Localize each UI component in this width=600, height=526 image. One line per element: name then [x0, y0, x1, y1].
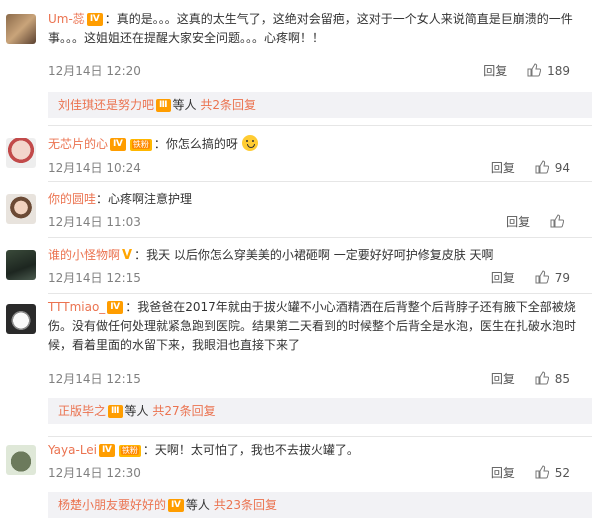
- comment: 谁的小怪物啊 V ：我天 以后你怎么穿美美的小裙砸啊 一定要好好呵护修复皮肤 天啊 …: [0, 238, 600, 292]
- comment-text: ：我天 以后你怎么穿美美的小裙砸啊 一定要好好呵护修复皮肤 天啊: [134, 248, 494, 262]
- sub-reply-etc: 等人: [185, 498, 210, 512]
- crying-emoji-icon: [241, 135, 258, 151]
- vip-badge-icon: Ⅲ: [108, 405, 123, 418]
- vip-badge-icon: Ⅳ: [86, 13, 103, 26]
- sub-replies-bar[interactable]: 刘佳琪还是努力吧 Ⅲ 等人 共2条回复: [48, 92, 592, 118]
- reply-button[interactable]: 回复: [483, 62, 507, 80]
- thumbs-up-icon: [535, 270, 549, 284]
- sub-reply-user[interactable]: 杨楚小朋友要好好的: [58, 498, 166, 512]
- comment: Um-蕊 Ⅳ ：真的是。。。这真的太生气了，这绝对会留疤，这对于一个女人来说简直是巨…: [0, 0, 600, 122]
- comment: TTTmiao_ Ⅳ ：我爸爸在2017年就由于拔火罐不小心酒精洒在后背整个后背脖子…: [0, 294, 600, 432]
- vip-badge-icon: Ⅳ: [107, 301, 124, 314]
- like-button[interactable]: [550, 213, 570, 231]
- reply-button[interactable]: 回复: [491, 370, 515, 388]
- more-replies-link[interactable]: 共27条回复: [152, 404, 215, 418]
- like-button[interactable]: 85: [535, 370, 570, 388]
- reply-button[interactable]: 回复: [491, 269, 515, 287]
- vip-badge-icon: Ⅳ: [168, 499, 184, 512]
- timestamp: 12月14日 10:24: [48, 161, 141, 175]
- username[interactable]: 无芯片的心: [48, 137, 108, 151]
- reply-button[interactable]: 回复: [506, 213, 530, 231]
- like-button[interactable]: 94: [535, 159, 570, 177]
- fan-badge-icon: 铁粉: [118, 444, 141, 457]
- verified-v-icon: V: [122, 248, 133, 263]
- like-button[interactable]: 189: [527, 62, 570, 80]
- avatar[interactable]: [6, 250, 36, 280]
- more-replies-link[interactable]: 共23条回复: [214, 498, 277, 512]
- thumbs-up-icon: [535, 160, 549, 174]
- timestamp: 12月14日 12:20: [48, 64, 141, 78]
- timestamp: 12月14日 12:30: [48, 466, 141, 480]
- avatar[interactable]: [6, 304, 36, 334]
- comment-text: ：天啊！太可怕了，我也不去拔火罐了。: [142, 443, 359, 457]
- sub-replies-bar[interactable]: 杨楚小朋友要好好的 Ⅳ 等人 共23条回复: [48, 492, 592, 518]
- sub-reply-user[interactable]: 正版毕之: [58, 404, 106, 418]
- fan-badge-label: 铁粉: [120, 445, 139, 455]
- username[interactable]: Um-蕊: [48, 12, 85, 26]
- avatar[interactable]: [6, 14, 36, 44]
- thumbs-up-icon: [527, 63, 542, 77]
- fan-badge-icon: 铁粉: [129, 138, 152, 151]
- thumbs-up-icon: [535, 371, 549, 385]
- comment-text: ：我爸爸在2017年就由于拔火罐不小心酒精洒在后背整个后背脖子还有腋下全部被烧伤…: [48, 300, 577, 352]
- avatar[interactable]: [6, 445, 36, 475]
- timestamp: 12月14日 11:03: [48, 215, 141, 229]
- reply-button[interactable]: 回复: [491, 159, 515, 177]
- comment-text: ：你怎么搞的呀: [153, 137, 238, 151]
- comment: 你的圆哇：心疼啊注意护理 12月14日 11:03 回复: [0, 182, 600, 236]
- reply-button[interactable]: 回复: [491, 464, 515, 482]
- vip-badge-icon: Ⅳ: [110, 138, 126, 151]
- like-count: 85: [554, 372, 570, 386]
- vip-badge-icon: Ⅲ: [156, 99, 171, 112]
- sub-reply-etc: 等人: [172, 98, 197, 112]
- thumbs-up-icon: [535, 465, 549, 479]
- comment-text: ：真的是。。。这真的太生气了，这绝对会留疤，这对于一个女人来说简直是巨崩溃的一件…: [48, 12, 573, 45]
- comment: 无芯片的心 Ⅳ 铁粉 ：你怎么搞的呀 12月14日 10:24 回复 94: [0, 126, 600, 180]
- sub-replies-bar[interactable]: 正版毕之 Ⅲ 等人 共27条回复: [48, 398, 592, 424]
- timestamp: 12月14日 12:15: [48, 271, 141, 285]
- like-count: 189: [547, 64, 570, 78]
- like-button[interactable]: 52: [535, 464, 570, 482]
- username[interactable]: 谁的小怪物啊: [48, 248, 120, 262]
- more-replies-link[interactable]: 共2条回复: [200, 98, 256, 112]
- thumbs-up-icon: [550, 214, 564, 228]
- sub-reply-user[interactable]: 刘佳琪还是努力吧: [58, 98, 154, 112]
- comment: Yaya-Lei Ⅳ 铁粉 ：天啊！太可怕了，我也不去拔火罐了。 12月14日 12:…: [0, 437, 600, 526]
- like-count: 94: [554, 161, 570, 175]
- sub-reply-etc: 等人: [124, 404, 149, 418]
- fan-badge-label: 铁粉: [131, 139, 150, 149]
- vip-badge-icon: Ⅳ: [99, 444, 115, 457]
- like-button[interactable]: 79: [535, 269, 570, 287]
- comment-text: ：心疼啊注意护理: [96, 192, 193, 206]
- like-count: 52: [554, 466, 570, 480]
- username[interactable]: TTTmiao_: [48, 300, 105, 314]
- avatar[interactable]: [6, 138, 36, 168]
- like-count: 79: [554, 271, 570, 285]
- username[interactable]: 你的圆哇: [48, 192, 96, 206]
- avatar[interactable]: [6, 194, 36, 224]
- username[interactable]: Yaya-Lei: [48, 443, 97, 457]
- timestamp: 12月14日 12:15: [48, 372, 141, 386]
